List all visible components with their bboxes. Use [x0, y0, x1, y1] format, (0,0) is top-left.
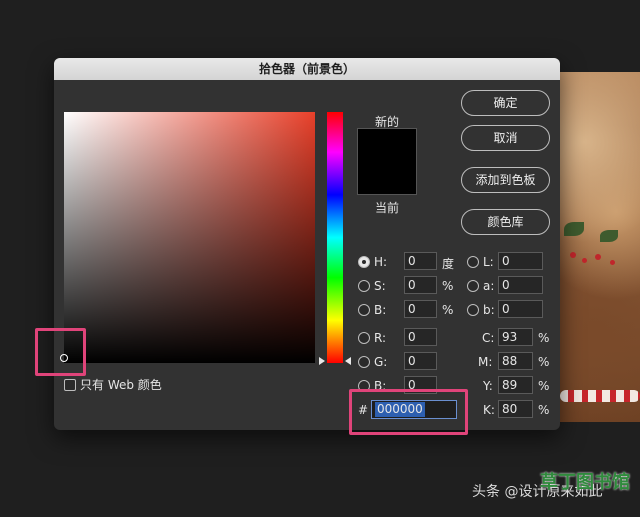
add-to-swatches-button[interactable]: 添加到色板 — [461, 167, 550, 193]
lab-a-input[interactable]: 0 — [498, 276, 543, 294]
saturation-input[interactable]: 0 — [404, 276, 437, 294]
green-label: G: — [374, 355, 388, 369]
lab-a-label: a: — [483, 279, 495, 293]
hue-slider-handle-right[interactable] — [345, 357, 351, 365]
window-title: 拾色器（前景色） — [54, 58, 560, 80]
black-input[interactable]: 80 — [498, 400, 533, 418]
lab-l-label: L: — [483, 255, 494, 269]
radio-green[interactable] — [358, 356, 370, 368]
radio-hue[interactable] — [358, 256, 370, 268]
cyan-label: C: — [482, 331, 495, 345]
color-field[interactable] — [64, 112, 315, 363]
lab-l-input[interactable]: 0 — [498, 252, 543, 270]
brightness-label: B: — [374, 303, 387, 317]
lab-b-input[interactable]: 0 — [498, 300, 543, 318]
magenta-input[interactable]: 88 — [498, 352, 533, 370]
brightness-input[interactable]: 0 — [404, 300, 437, 318]
red-label: R: — [374, 331, 387, 345]
saturation-unit: % — [442, 279, 454, 293]
highlight-field-cursor — [35, 328, 86, 376]
radio-lab-b[interactable] — [467, 304, 479, 316]
hue-input[interactable]: 0 — [404, 252, 437, 270]
yellow-label: Y: — [483, 379, 493, 393]
background-photo — [560, 72, 640, 422]
radio-lab-a[interactable] — [467, 280, 479, 292]
web-colors-checkbox[interactable] — [64, 379, 76, 391]
highlight-hex-input — [349, 389, 468, 435]
color-preview-swatch[interactable] — [357, 128, 417, 195]
web-colors-label: 只有 Web 颜色 — [80, 378, 162, 392]
watermark-logo: 草丁图书馆 — [540, 472, 630, 493]
red-input[interactable]: 0 — [404, 328, 437, 346]
radio-red[interactable] — [358, 332, 370, 344]
hue-slider-handle-left[interactable] — [319, 357, 325, 365]
brightness-unit: % — [442, 303, 454, 317]
radio-saturation[interactable] — [358, 280, 370, 292]
hue-slider[interactable] — [327, 112, 343, 363]
radio-brightness[interactable] — [358, 304, 370, 316]
cyan-input[interactable]: 93 — [498, 328, 533, 346]
cyan-unit: % — [538, 331, 550, 345]
hue-unit: 度 — [442, 257, 455, 271]
radio-lab-l[interactable] — [467, 256, 479, 268]
lab-b-label: b: — [483, 303, 495, 317]
color-picker-dialog: 拾色器（前景色） 新的 当前 确定 取消 添加到色板 颜色库 H: 0 度 S:… — [54, 58, 560, 430]
hue-label: H: — [374, 255, 388, 269]
ok-button[interactable]: 确定 — [461, 90, 550, 116]
saturation-label: S: — [374, 279, 386, 293]
yellow-input[interactable]: 89 — [498, 376, 533, 394]
cancel-button[interactable]: 取消 — [461, 125, 550, 151]
black-label: K: — [483, 403, 495, 417]
current-color-label: 当前 — [374, 201, 399, 215]
black-unit: % — [538, 403, 550, 417]
magenta-label: M: — [478, 355, 493, 369]
color-library-button[interactable]: 颜色库 — [461, 209, 550, 235]
magenta-unit: % — [538, 355, 550, 369]
green-input[interactable]: 0 — [404, 352, 437, 370]
yellow-unit: % — [538, 379, 550, 393]
